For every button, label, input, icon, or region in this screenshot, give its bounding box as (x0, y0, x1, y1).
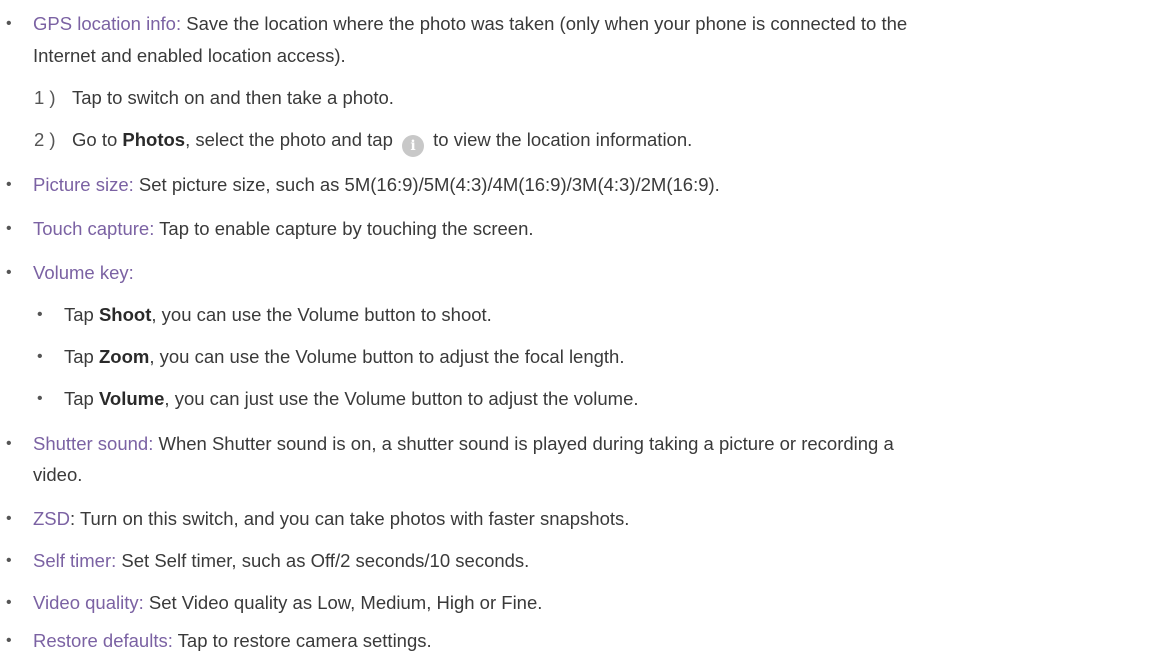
term-gps: GPS location info: (33, 13, 182, 34)
gps-text: GPS location info: Save the location whe… (33, 10, 1150, 38)
term-picture-size: Picture size: (33, 174, 134, 195)
self-timer-desc: Set Self timer, such as Off/2 seconds/10… (116, 550, 530, 571)
picture-size-text: Picture size: Set picture size, such as … (33, 171, 1150, 199)
bullet: • (6, 594, 12, 611)
video-quality-desc: Set Video quality as Low, Medium, High o… (143, 592, 543, 613)
shoot-pre: Tap (64, 304, 99, 325)
gps-desc-line1: Save the location where the photo was ta… (181, 13, 908, 34)
zoom-label: Zoom (98, 346, 150, 367)
term-shutter-sound: Shutter sound: (33, 433, 154, 454)
step-2-text: Go to Photos, select the photo and tap i… (72, 126, 1150, 157)
shoot-text: Tap Shoot, you can use the Volume button… (64, 301, 1150, 329)
step-1-number: 1 ) (34, 87, 56, 108)
volume-key-text: Volume key: (33, 259, 1150, 287)
sub-bullet: • (37, 348, 43, 365)
zoom-text: Tap Zoom, you can use the Volume button … (64, 343, 1150, 371)
term-zsd: ZSD (33, 508, 70, 529)
step-2-number: 2 ) (34, 129, 56, 150)
restore-defaults-desc: Tap to restore camera settings. (172, 630, 432, 651)
zoom-post: , you can use the Volume button to adjus… (149, 346, 625, 367)
photos-label: Photos (122, 129, 186, 150)
step-2-post: to view the location information. (428, 129, 693, 150)
touch-capture-desc: Tap to enable capture by touching the sc… (154, 218, 534, 239)
bullet: • (6, 176, 12, 193)
volume-pre: Tap (64, 388, 99, 409)
shutter-sound-desc-line2: video. (33, 464, 83, 485)
step-2-mid: , select the photo and tap (185, 129, 398, 150)
sub-bullet: • (37, 390, 43, 407)
bullet: • (6, 552, 12, 569)
zoom-pre: Tap (64, 346, 99, 367)
zsd-text: ZSD: Turn on this switch, and you can ta… (33, 505, 1150, 533)
gps-desc-line2: Internet and enabled location access). (33, 45, 346, 66)
document: • GPS location info: Save the location w… (0, 0, 1158, 654)
step-1-text: Tap to switch on and then take a photo. (72, 87, 394, 108)
self-timer-text: Self timer: Set Self timer, such as Off/… (33, 547, 1150, 575)
picture-size-desc: Set picture size, such as 5M(16:9)/5M(4:… (133, 174, 720, 195)
step-2-pre: Go to (72, 129, 123, 150)
term-video-quality: Video quality: (33, 592, 144, 613)
term-volume-key: Volume key: (33, 262, 134, 283)
touch-capture-text: Touch capture: Tap to enable capture by … (33, 215, 1150, 243)
bullet: • (6, 220, 12, 237)
zsd-desc: : Turn on this switch, and you can take … (70, 508, 630, 529)
term-restore-defaults: Restore defaults: (33, 630, 173, 651)
bullet: • (6, 632, 12, 649)
shutter-sound-desc-line1: When Shutter sound is on, a shutter soun… (153, 433, 894, 454)
shutter-sound-text: Shutter sound: When Shutter sound is on,… (33, 430, 1150, 458)
shoot-label: Shoot (98, 304, 152, 325)
bullet: • (6, 264, 12, 281)
bullet: • (6, 15, 12, 32)
volume-text: Tap Volume, you can just use the Volume … (64, 385, 1150, 413)
video-quality-text: Video quality: Set Video quality as Low,… (33, 589, 1150, 617)
volume-post: , you can just use the Volume button to … (164, 388, 639, 409)
term-self-timer: Self timer: (33, 550, 117, 571)
bullet: • (6, 435, 12, 452)
restore-defaults-text: Restore defaults: Tap to restore camera … (33, 627, 1150, 654)
shoot-post: , you can use the Volume button to shoot… (151, 304, 492, 325)
term-touch-capture: Touch capture: (33, 218, 155, 239)
sub-bullet: • (37, 306, 43, 323)
bullet: • (6, 510, 12, 527)
volume-label: Volume (98, 388, 165, 409)
info-icon: i (402, 135, 424, 157)
